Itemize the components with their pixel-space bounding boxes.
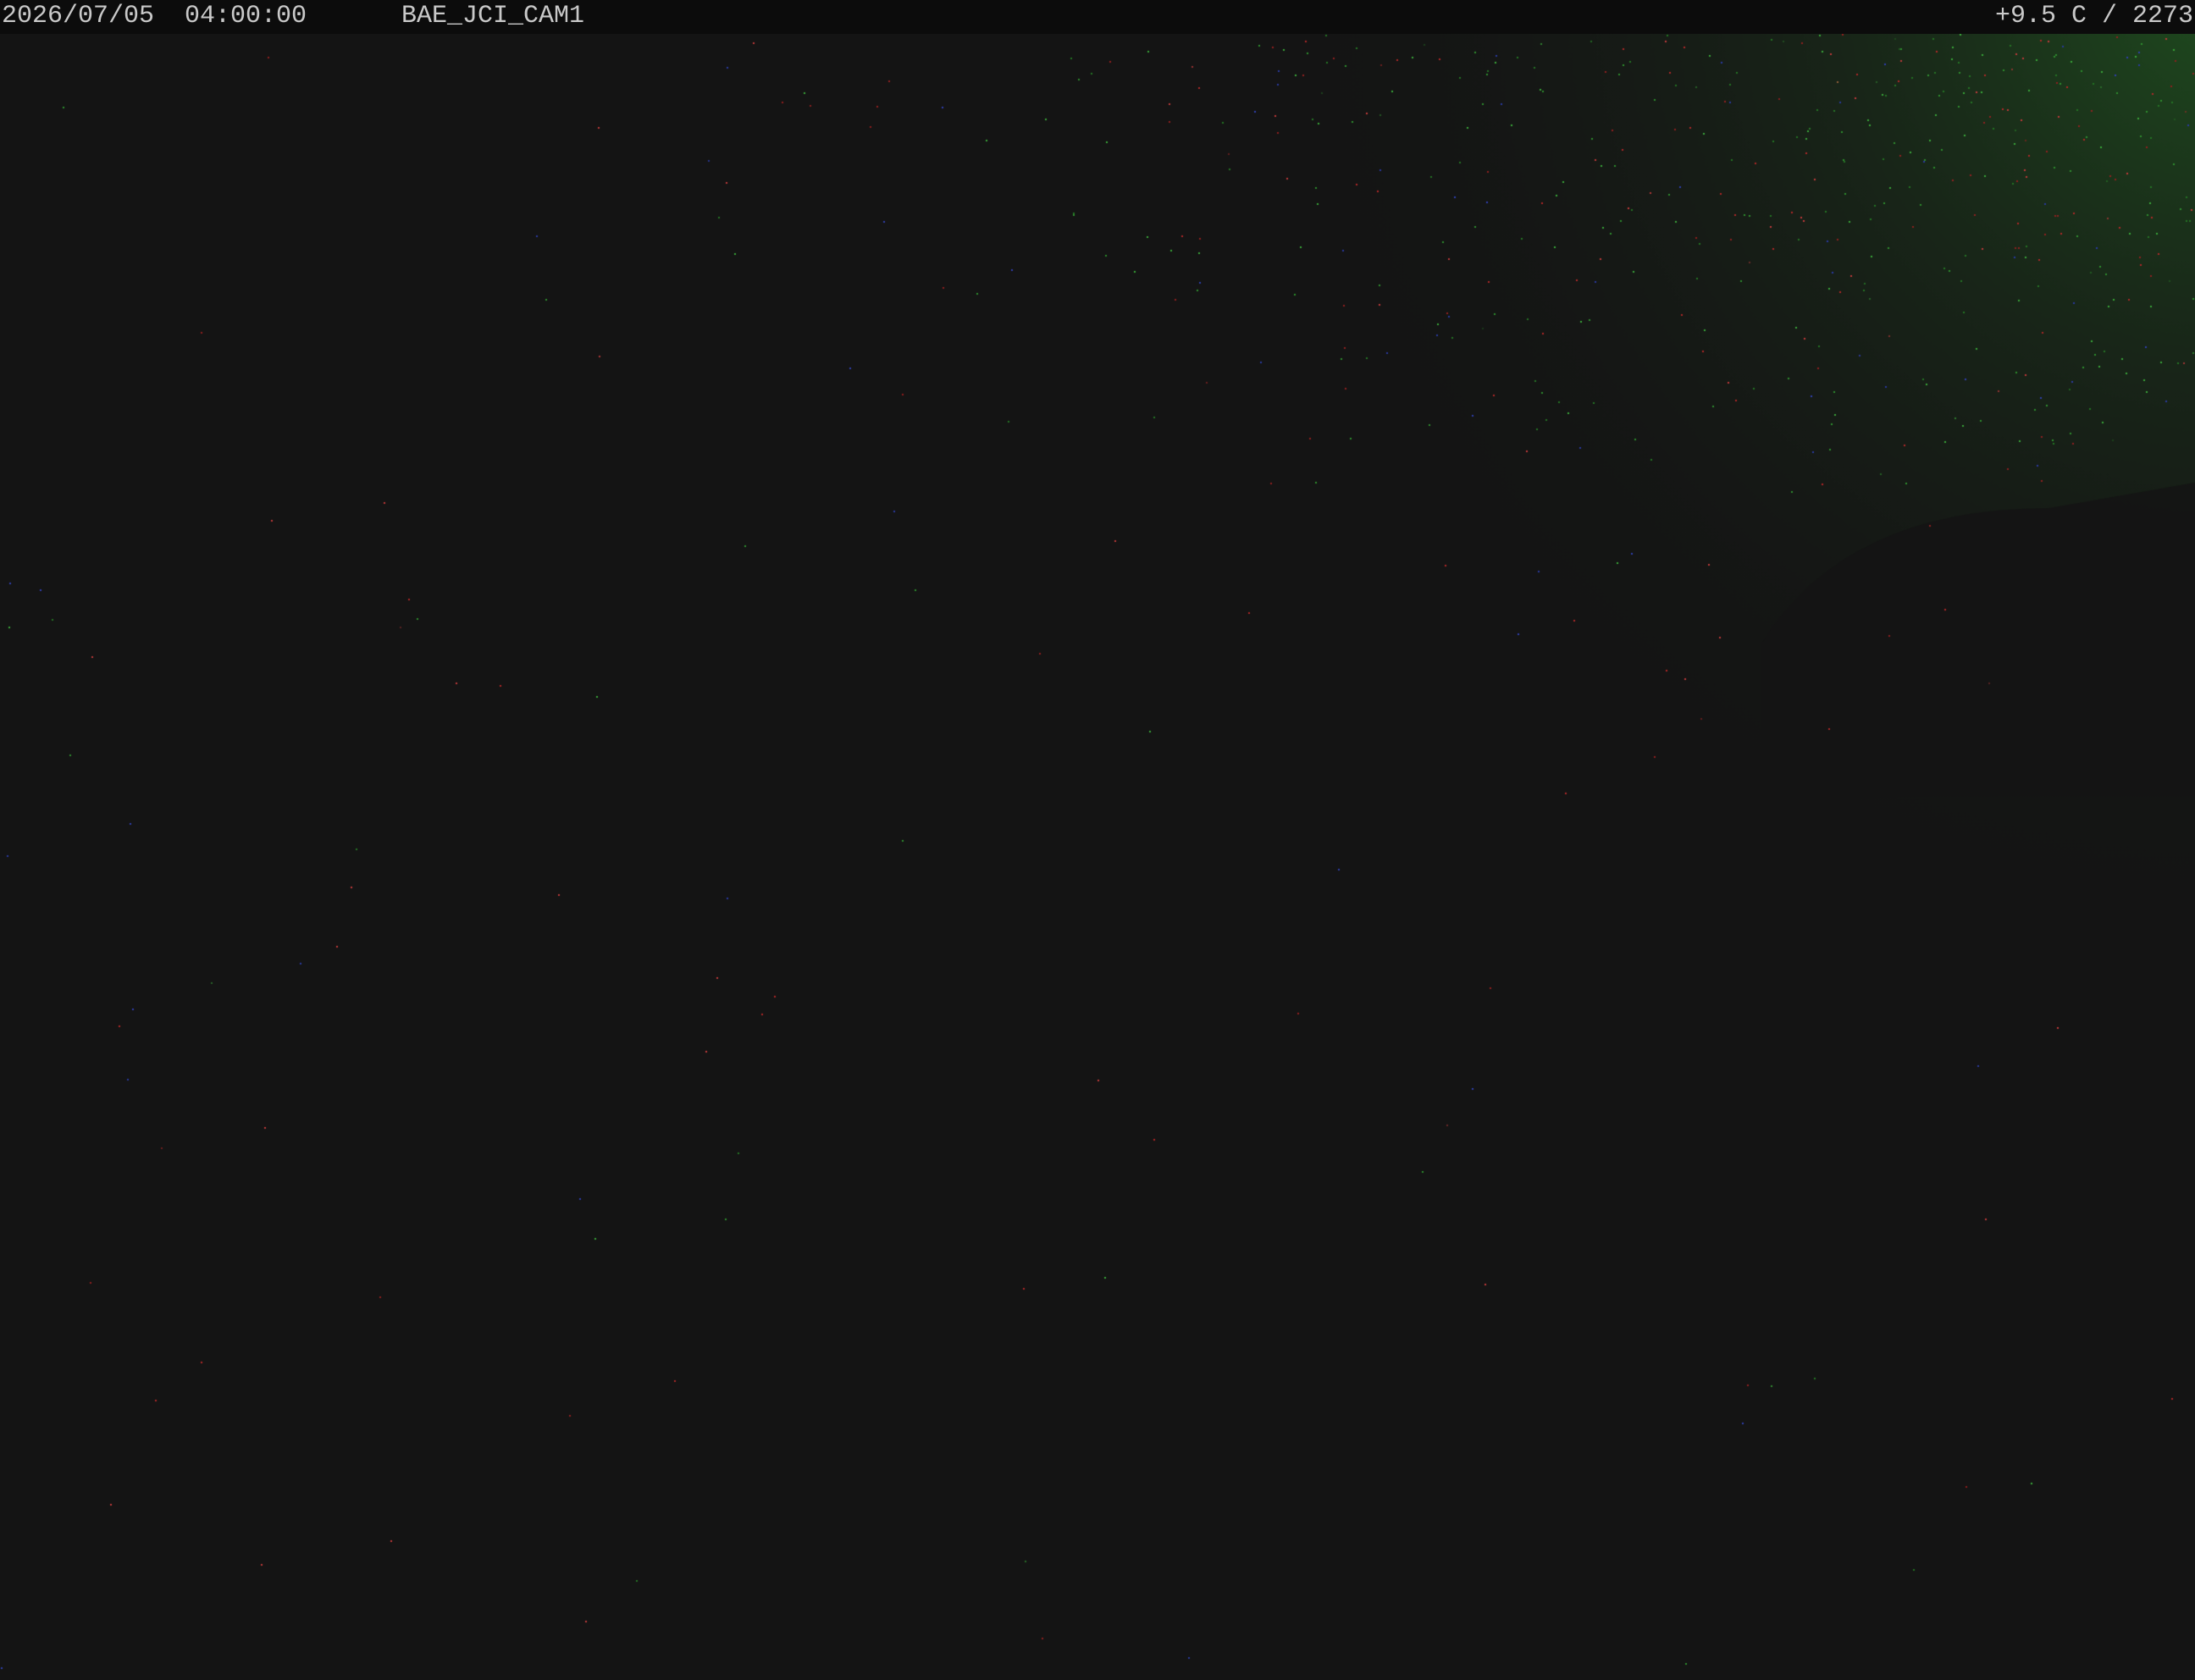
camera-id-label: BAE_JCI_CAM1 (401, 2, 585, 30)
temperature-altitude-label: +9.5 C / 2273 (1994, 2, 2193, 30)
osd-overlay-bar: 2026/07/05 04:00:00 BAE_JCI_CAM1 +9.5 C … (0, 0, 2195, 34)
webcam-frame: 2026/07/05 04:00:00 BAE_JCI_CAM1 +9.5 C … (0, 0, 2195, 1680)
timestamp-label: 2026/07/05 04:00:00 (2, 2, 307, 30)
night-sky-image (0, 34, 2195, 1680)
